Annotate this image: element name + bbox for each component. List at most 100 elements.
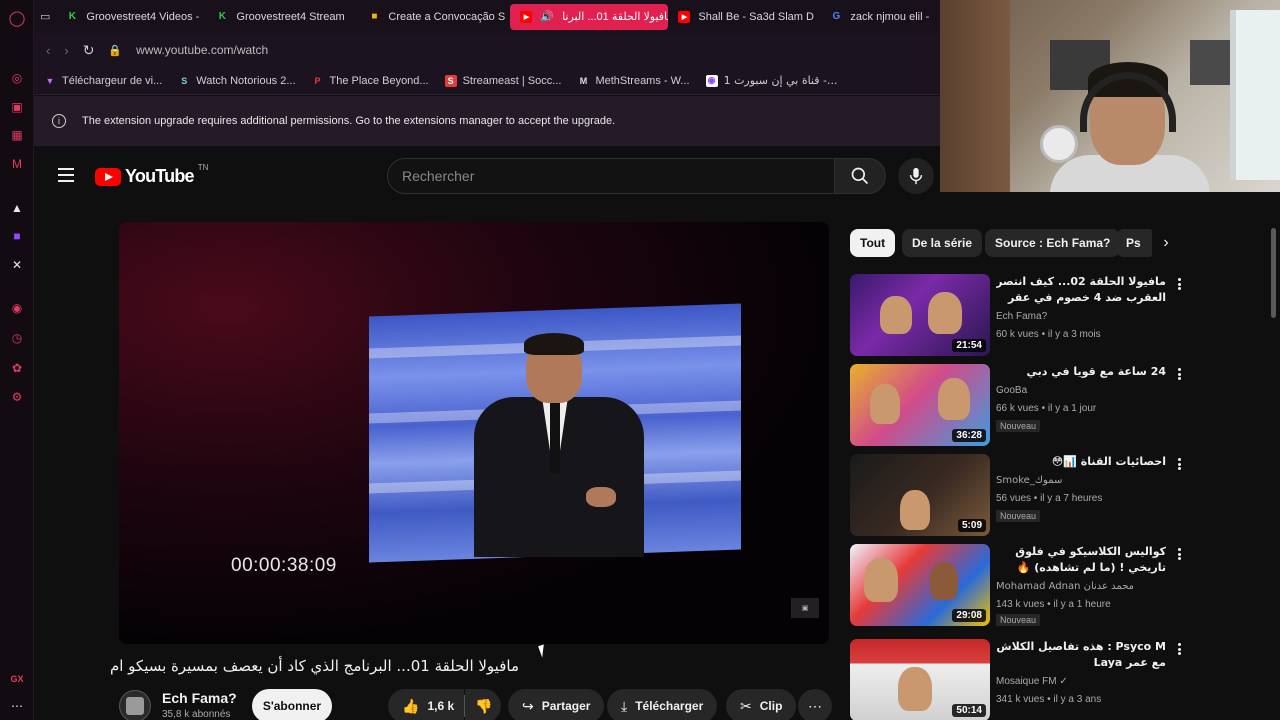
more-actions-button[interactable]: ⋯	[798, 689, 832, 720]
twitch-icon[interactable]: ■	[9, 228, 25, 244]
recommendation-meta: 60 k vues • il y a 3 mois	[996, 329, 1101, 340]
extensions-icon[interactable]: ✿	[9, 360, 25, 376]
url-field[interactable]: www.youtube.com/watch	[136, 43, 268, 57]
bookmark-item[interactable]: S Watch Notorious 2...	[178, 75, 295, 87]
recommendation-channel[interactable]: Smoke_سموك	[996, 475, 1062, 486]
dislike-button[interactable]: 👎	[465, 689, 501, 720]
tab-favicon-icon: ■	[371, 11, 378, 22]
x-twitter-icon[interactable]: ✕	[9, 257, 25, 273]
like-button[interactable]: 👍 1,6 k	[388, 689, 464, 720]
recommendation-meta: 143 k vues • il y a 1 heure	[996, 599, 1111, 610]
bookmark-item[interactable]: P The Place Beyond...	[312, 75, 429, 87]
browser-tab[interactable]: K Groovestreet4 Stream	[206, 4, 358, 30]
video-thumbnail[interactable]: 29:08	[850, 544, 990, 626]
notice-text: The extension upgrade requires additiona…	[82, 115, 616, 127]
more-dots-icon[interactable]: ⋯	[9, 698, 25, 714]
menu-hamburger-icon[interactable]	[58, 168, 74, 182]
more-vertical-icon[interactable]	[1172, 546, 1186, 562]
browser-tab[interactable]: ■ Create a Convocação S	[358, 4, 510, 30]
video-thumbnail[interactable]: 36:28	[850, 364, 990, 446]
recommendation-channel[interactable]: Mohamad Adnan محمد عدنان	[996, 581, 1134, 592]
video-duration: 21:54	[952, 339, 986, 352]
chip-series[interactable]: De la série	[902, 229, 983, 257]
speaker-icon[interactable]: 🔊	[540, 10, 554, 23]
recommendation-channel[interactable]: Mosaique FM ✓	[996, 676, 1068, 687]
bookmark-label: Téléchargeur de vi...	[62, 74, 163, 87]
video-thumbnail[interactable]: 21:54	[850, 274, 990, 356]
bookmark-label: قناة بي إن سبورت 1 -...	[723, 74, 838, 87]
player-icon[interactable]: ◉	[9, 300, 25, 316]
recommendation-item[interactable]: 5:09 احصائيات القناة 📊😳 Smoke_سموك 56 vu…	[850, 454, 1190, 538]
video-player[interactable]: 00:00:38:09 ▣	[119, 222, 829, 644]
new-badge: Nouveau	[996, 510, 1041, 522]
history-icon[interactable]: ◷	[9, 330, 25, 346]
bookmark-label: The Place Beyond...	[329, 74, 429, 87]
search-input[interactable]: Rechercher	[387, 158, 835, 194]
browser-tab[interactable]: ▶ Shall Be - Sa3d Slam D	[668, 4, 820, 30]
video-duration: 36:28	[952, 429, 986, 442]
chip-all[interactable]: Tout	[850, 229, 896, 257]
opera-logo-icon[interactable]: ◯	[9, 10, 26, 27]
bookmark-item[interactable]: ▼ Téléchargeur de vi...	[44, 74, 163, 87]
bookmark-item[interactable]: ◉ قناة بي إن سبورت 1 -...	[705, 74, 838, 87]
subscribe-button[interactable]: S'abonner	[252, 689, 332, 720]
recommendation-title[interactable]: كواليس الكلاسيكو في فلوق تاريخي ! (ما لم…	[996, 544, 1166, 576]
recommendation-channel[interactable]: GooBa	[996, 385, 1027, 396]
page-scrollbar[interactable]	[1271, 228, 1276, 318]
search-button[interactable]	[834, 158, 886, 194]
channel-avatar[interactable]	[119, 690, 151, 720]
download-button[interactable]: ⤓ Télécharger	[607, 689, 718, 720]
more-vertical-icon[interactable]	[1172, 366, 1186, 382]
chip-source[interactable]: Source : Ech Fama?	[985, 229, 1121, 257]
youtube-logo[interactable]: YouTube TN	[95, 163, 208, 187]
video-thumbnail[interactable]: 50:14	[850, 639, 990, 720]
recommendation-title[interactable]: Psyco M : هذه تفاصيل الكلاش مع عمر Laya	[996, 639, 1166, 671]
more-vertical-icon[interactable]	[1172, 641, 1186, 657]
bookmark-item[interactable]: M MethStreams - W...	[577, 75, 690, 87]
chevron-right-icon[interactable]: ›	[1152, 229, 1180, 257]
video-thumbnail[interactable]: 5:09	[850, 454, 990, 536]
gx-icon[interactable]: GX	[9, 671, 25, 687]
browser-tab[interactable]: G zack njmou elil -	[820, 4, 930, 30]
more-horizontal-icon: ⋯	[808, 697, 822, 714]
reload-icon[interactable]: ↻	[83, 42, 95, 59]
tab-workspaces[interactable]: ▭	[34, 4, 56, 30]
tab-label: Groovestreet4 Stream	[236, 10, 345, 23]
logo-text: YouTube	[125, 166, 195, 186]
lock-icon[interactable]: 🔒	[108, 44, 122, 57]
recommendation-title[interactable]: احصائيات القناة 📊😳	[996, 454, 1166, 470]
recommendation-item[interactable]: 21:54 مافيولا الحلقة 02... كيف انتصر الع…	[850, 274, 1190, 358]
browser-tab[interactable]: K Groovestreet4 Videos -	[56, 4, 206, 30]
voice-search-button[interactable]	[898, 158, 934, 194]
recommendation-title[interactable]: مافيولا الحلقة 02... كيف انتصر العقرب ضد…	[996, 274, 1166, 308]
youtube-header: YouTube TN Rechercher	[34, 146, 940, 206]
pinboard-icon[interactable]: ▦	[9, 127, 25, 143]
tab-favicon-icon: K	[218, 11, 227, 22]
recommendation-item[interactable]: 36:28 24 ساعة مع قويا في دبي GooBa 66 k …	[850, 364, 1190, 448]
bookmark-favicon-icon: ▼	[45, 75, 55, 86]
bookmark-label: Watch Notorious 2...	[196, 74, 296, 87]
address-bar: ‹ › ↻ 🔒 www.youtube.com/watch	[34, 33, 940, 67]
more-vertical-icon[interactable]	[1172, 276, 1186, 292]
crypto-wallet-icon[interactable]: ▣	[9, 99, 25, 115]
chip-more[interactable]: Ps	[1116, 229, 1156, 257]
download-label: Télécharger	[635, 699, 704, 713]
bookmark-favicon-icon: P	[314, 75, 321, 86]
messenger-icon[interactable]: ▲	[9, 200, 25, 216]
video-duration: 29:08	[952, 609, 986, 622]
clip-button[interactable]: ✂ Clip	[726, 689, 797, 720]
back-arrow-icon[interactable]: ‹	[46, 43, 50, 58]
bookmark-item[interactable]: S Streameast | Socc...	[444, 74, 561, 87]
channel-name[interactable]: Ech Fama?	[162, 690, 237, 706]
recommendation-item[interactable]: 29:08 كواليس الكلاسيكو في فلوق تاريخي ! …	[850, 544, 1190, 628]
settings-gear-icon[interactable]: ⚙	[9, 389, 25, 405]
recommendation-title[interactable]: 24 ساعة مع قويا في دبي	[996, 364, 1166, 380]
aria-icon[interactable]: ◎	[9, 70, 25, 86]
recommendation-item[interactable]: 50:14 Psyco M : هذه تفاصيل الكلاش مع عمر…	[850, 639, 1190, 720]
forward-arrow-icon[interactable]: ›	[64, 43, 68, 58]
recommendation-channel[interactable]: Ech Fama?	[996, 311, 1047, 322]
gx-corner-icon[interactable]: M	[9, 156, 25, 172]
more-vertical-icon[interactable]	[1172, 456, 1186, 472]
share-button[interactable]: ↪ Partager	[508, 689, 605, 720]
browser-tab-active[interactable]: ▶ 🔊 مافيولا الحلقة 01... البرنا	[510, 3, 669, 30]
